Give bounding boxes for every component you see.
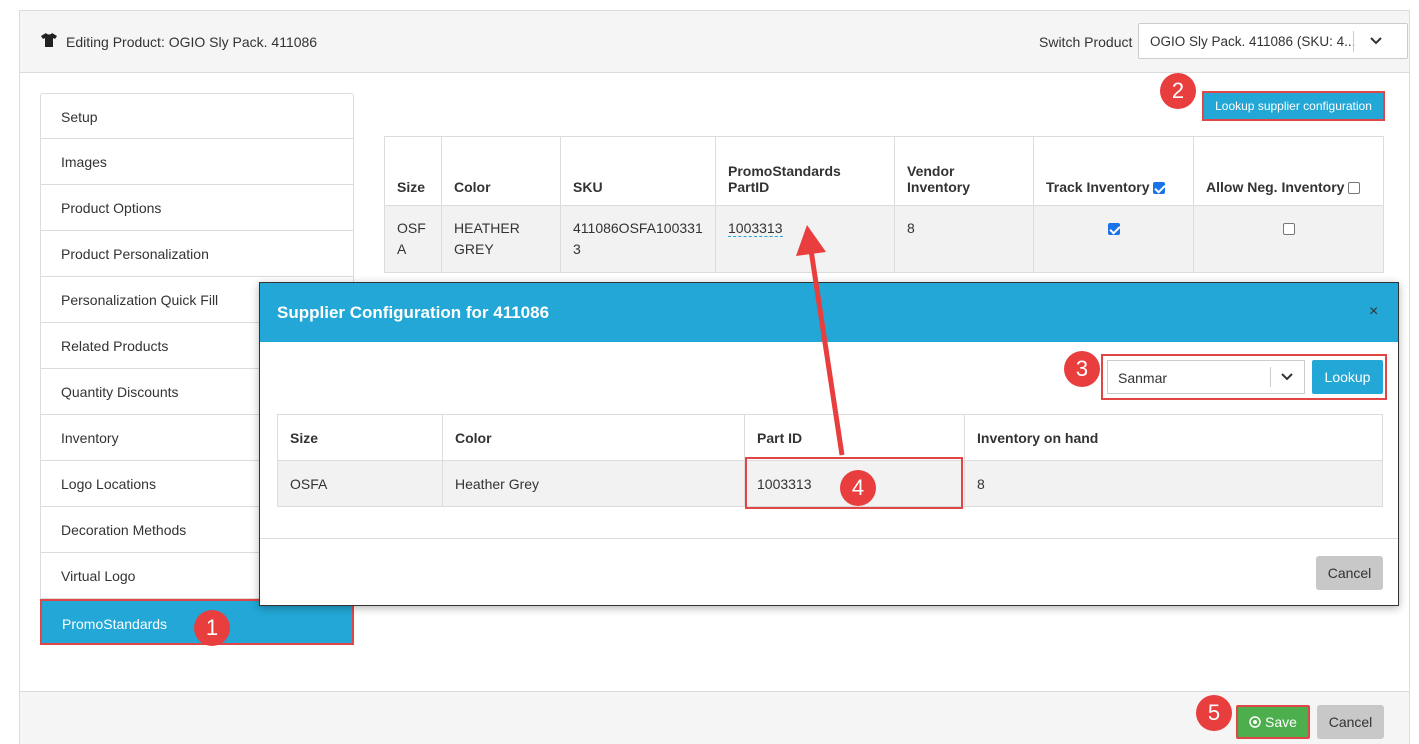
- cancel-button[interactable]: Cancel: [1317, 705, 1384, 739]
- cell-color: HEATHER GREY: [441, 205, 561, 273]
- partid-editable[interactable]: 1003313: [728, 220, 783, 237]
- modal-title: Supplier Configuration for 411086: [277, 303, 550, 322]
- tshirt-icon: [41, 33, 57, 47]
- step-badge-5: 5: [1196, 695, 1232, 731]
- track-inventory-all-checkbox[interactable]: [1153, 182, 1166, 195]
- col-allow-label: Allow Neg. Inventory: [1206, 179, 1345, 195]
- col-vendor-line2: Inventory: [907, 179, 971, 195]
- cell-color-line1: HEATHER: [454, 220, 520, 236]
- save-button[interactable]: Save: [1236, 705, 1310, 739]
- track-inventory-checkbox[interactable]: [1107, 223, 1120, 236]
- col-sku: SKU: [560, 136, 716, 206]
- col-color: Color: [442, 414, 745, 461]
- cell-sku-line2: 3: [573, 241, 581, 257]
- table-header-row: Size Color SKU PromoStandards PartID Ven…: [384, 136, 1384, 206]
- allow-neg-inventory-checkbox[interactable]: [1282, 223, 1295, 236]
- cell-track-inventory: [1033, 205, 1194, 273]
- top-bar: Editing Product: OGIO Sly Pack. 411086 S…: [20, 11, 1409, 73]
- switch-product-select[interactable]: OGIO Sly Pack. 411086 (SKU: 4...: [1138, 23, 1408, 59]
- col-promostandards-partid: PromoStandards PartID: [715, 136, 895, 206]
- cell-size-line1: OSF: [397, 220, 426, 236]
- supplier-header-row: Size Color Part ID Inventory on hand: [277, 414, 1383, 461]
- switch-product-label: Switch Product: [1039, 34, 1133, 50]
- col-partid-line1: PromoStandards: [728, 163, 841, 179]
- col-track-label: Track Inventory: [1046, 179, 1150, 195]
- col-color: Color: [441, 136, 561, 206]
- col-track-inventory: Track Inventory: [1033, 136, 1194, 206]
- step-badge-3: 3: [1064, 351, 1100, 387]
- col-allow-neg-inventory: Allow Neg. Inventory: [1193, 136, 1384, 206]
- circle-dot-icon: [1249, 716, 1261, 728]
- step-badge-4: 4: [840, 470, 876, 506]
- modal-cancel-button[interactable]: Cancel: [1316, 556, 1383, 590]
- cell-color: Heather Grey: [442, 460, 745, 507]
- step-badge-1: 1: [194, 610, 230, 646]
- cell-color-line2: GREY: [454, 241, 494, 257]
- switch-product-value: OGIO Sly Pack. 411086 (SKU: 4...: [1150, 34, 1356, 49]
- chevron-down-icon[interactable]: [1369, 33, 1383, 47]
- vendor-lookup-group: Sanmar Lookup: [1101, 354, 1387, 400]
- col-vendor-inventory: Vendor Inventory: [894, 136, 1034, 206]
- lookup-button[interactable]: Lookup: [1312, 360, 1383, 394]
- sidebar-item-images[interactable]: Images: [40, 139, 354, 185]
- chevron-down-icon[interactable]: [1280, 369, 1294, 383]
- sidebar-item-product-personalization[interactable]: Product Personalization: [40, 231, 354, 277]
- col-vendor-line1: Vendor: [907, 163, 955, 179]
- close-icon[interactable]: ×: [1369, 303, 1378, 321]
- modal-footer-divider: [260, 538, 1398, 539]
- modal-header: Supplier Configuration for 411086 ×: [260, 283, 1398, 342]
- col-size: Size: [277, 414, 443, 461]
- cell-sku-line1: 411086OSFA100331: [573, 220, 703, 236]
- vendor-select-value: Sanmar: [1118, 370, 1168, 386]
- cell-size: OSFA: [277, 460, 443, 507]
- select-separator: [1270, 367, 1271, 387]
- cell-allow-neg-inventory: [1193, 205, 1384, 273]
- sidebar-item-setup[interactable]: Setup: [40, 93, 354, 139]
- cell-vendor-inventory: 8: [894, 205, 1034, 273]
- vendor-select[interactable]: Sanmar: [1107, 360, 1305, 394]
- cell-partid: 1003313: [715, 205, 895, 273]
- step-badge-2: 2: [1160, 73, 1196, 109]
- cell-sku: 411086OSFA100331 3: [560, 205, 716, 273]
- sidebar-item-product-options[interactable]: Product Options: [40, 185, 354, 231]
- allow-neg-inventory-all-checkbox[interactable]: [1348, 182, 1361, 195]
- cell-size-line2: A: [397, 241, 407, 257]
- page-title: Editing Product: OGIO Sly Pack. 411086: [66, 34, 318, 50]
- table-row: OSF A HEATHER GREY 411086OSFA100331 3 10…: [384, 205, 1384, 273]
- lookup-supplier-configuration-button[interactable]: Lookup supplier configuration: [1202, 91, 1385, 121]
- col-inventory-on-hand: Inventory on hand: [964, 414, 1383, 461]
- col-part-id: Part ID: [744, 414, 965, 461]
- supplier-configuration-modal: Supplier Configuration for 411086 × Sanm…: [259, 282, 1399, 606]
- cell-inventory-on-hand: 8: [964, 460, 1383, 507]
- cell-size: OSF A: [384, 205, 442, 273]
- save-label: Save: [1265, 714, 1297, 730]
- col-size: Size: [384, 136, 442, 206]
- select-separator: [1353, 31, 1354, 52]
- promostandards-table: Size Color SKU PromoStandards PartID Ven…: [384, 136, 1384, 273]
- col-partid-line2: PartID: [728, 179, 770, 195]
